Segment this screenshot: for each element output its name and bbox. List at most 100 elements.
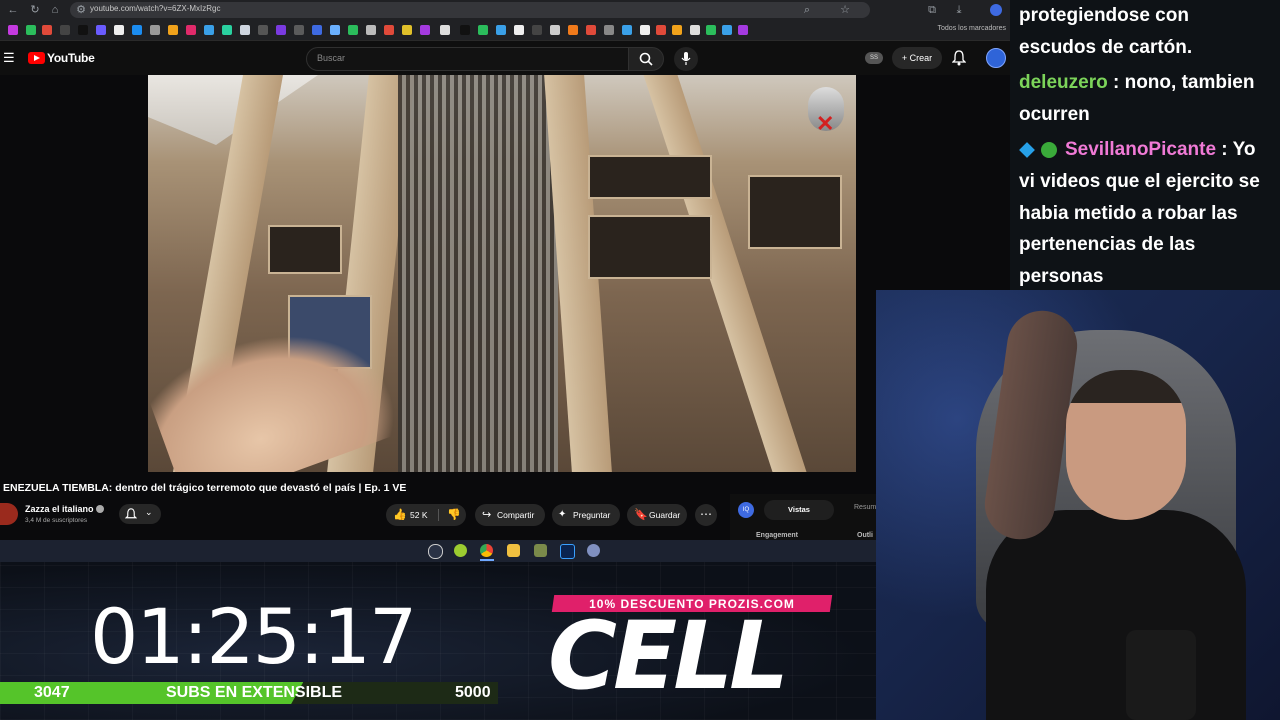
extensions-icon[interactable]: ⧉	[925, 3, 939, 17]
notifications-bell-icon[interactable]	[952, 50, 966, 66]
chat-panel: protegiendose con escudos de cartón. del…	[1010, 0, 1280, 290]
youtube-logo-text[interactable]: YouTube	[47, 51, 95, 65]
share-button[interactable]: ↪ Compartir	[475, 504, 545, 526]
verified-icon	[96, 505, 104, 513]
taskbar-app-icon[interactable]	[587, 544, 600, 557]
bookmark-icon[interactable]	[586, 25, 596, 35]
bookmark-icon[interactable]	[312, 25, 322, 35]
ask-button[interactable]: ✦ Preguntar	[552, 504, 620, 526]
bookmark-icon[interactable]	[114, 25, 124, 35]
bookmark-icon[interactable]	[222, 25, 232, 35]
bookmark-icon[interactable]	[550, 25, 560, 35]
video-player[interactable]: ✕	[148, 75, 856, 472]
bookmark-icon[interactable]	[96, 25, 106, 35]
subscription-bell-button[interactable]: ⌄	[119, 504, 161, 524]
channel-avatar[interactable]	[0, 503, 18, 525]
site-info-icon[interactable]: ⚙	[74, 3, 88, 17]
bookmark-icon[interactable]	[496, 25, 506, 35]
sponsor-logo: CELL	[548, 602, 789, 711]
taskbar-app-icon[interactable]	[534, 544, 547, 557]
share-label: Compartir	[497, 510, 535, 520]
reload-icon[interactable]: ↻	[28, 3, 42, 17]
ask-label: Preguntar	[573, 510, 611, 520]
dislike-button[interactable]: 👎	[442, 504, 466, 526]
more-actions-button[interactable]: ⋯	[695, 504, 717, 526]
voice-search-button[interactable]	[674, 47, 698, 71]
bookmark-icon[interactable]	[690, 25, 700, 35]
bookmark-icon[interactable]	[186, 25, 196, 35]
bookmark-icon[interactable]	[478, 25, 488, 35]
bookmark-icon[interactable]	[294, 25, 304, 35]
bookmark-icon[interactable]	[532, 25, 542, 35]
chrome-icon[interactable]	[480, 544, 493, 557]
mic-icon	[681, 52, 691, 65]
bookmark-icon[interactable]	[42, 25, 52, 35]
channel-name[interactable]: Zazza el italiano	[25, 504, 94, 514]
bookmark-icon[interactable]	[402, 25, 412, 35]
user-avatar[interactable]	[986, 48, 1006, 68]
save-button[interactable]: 🔖 Guardar	[627, 504, 687, 526]
bookmark-icon[interactable]	[738, 25, 748, 35]
chat-message: SevillanoPicante : Yo	[1065, 139, 1256, 160]
address-bar[interactable]: ⚙ youtube.com/watch?v=6ZX-MxIzRgc	[70, 2, 870, 18]
youtube-logo-icon[interactable]	[28, 52, 45, 64]
bookmark-icon[interactable]	[640, 25, 650, 35]
thumbs-up-icon: 👍	[393, 509, 407, 521]
bookmark-icon[interactable]	[276, 25, 286, 35]
bookmark-icon[interactable]	[78, 25, 88, 35]
chat-username[interactable]: deleuzero	[1019, 72, 1108, 93]
chat-line: escudos de cartón.	[1019, 37, 1193, 58]
bookmark-icon[interactable]	[622, 25, 632, 35]
streamer-body	[986, 510, 1246, 720]
bookmark-icon[interactable]	[168, 25, 178, 35]
extension-badge[interactable]: SS	[865, 52, 883, 64]
bookmark-icon[interactable]	[348, 25, 358, 35]
bookmarks-folder[interactable]: Todos los marcadores	[938, 25, 1006, 32]
download-icon[interactable]: ⤓	[952, 3, 966, 17]
tab-resumen[interactable]: Resum	[854, 504, 876, 511]
tab-vistas[interactable]: Vistas	[764, 500, 834, 520]
bookmark-icon[interactable]	[440, 25, 450, 35]
photoshop-icon[interactable]	[560, 544, 575, 559]
search-input[interactable]: Buscar	[306, 47, 630, 71]
like-count: 52 K	[410, 510, 428, 520]
bookmark-icon[interactable]	[568, 25, 578, 35]
profile-icon[interactable]	[990, 4, 1002, 16]
panel-icon[interactable]: IQ	[738, 502, 754, 518]
bookmark-icon[interactable]	[672, 25, 682, 35]
bookmark-icon[interactable]	[384, 25, 394, 35]
like-button[interactable]: 👍 52 K	[386, 504, 436, 526]
bookmark-icon[interactable]	[132, 25, 142, 35]
chat-line: pertenencias de las	[1019, 234, 1196, 255]
create-button[interactable]: + Crear	[892, 47, 942, 69]
stream-timer: 01:25:17	[90, 592, 417, 681]
chat-username[interactable]: SevillanoPicante	[1065, 139, 1216, 160]
taskbar-app-icon[interactable]	[454, 544, 467, 557]
menu-icon[interactable]: ☰	[3, 50, 15, 66]
bookmark-star-icon[interactable]: ☆	[838, 3, 852, 17]
bookmark-icon[interactable]	[204, 25, 214, 35]
search-icon	[639, 52, 653, 66]
chat-line: habia metido a robar las	[1019, 203, 1238, 224]
bookmark-icon[interactable]	[460, 25, 470, 35]
bookmark-icon[interactable]	[420, 25, 430, 35]
bookmark-icon[interactable]	[366, 25, 376, 35]
search-button[interactable]	[628, 47, 664, 71]
bookmark-icon[interactable]	[60, 25, 70, 35]
bookmark-icon[interactable]	[150, 25, 160, 35]
bookmark-icon[interactable]	[722, 25, 732, 35]
bookmark-icon[interactable]	[706, 25, 716, 35]
bookmark-icon[interactable]	[258, 25, 268, 35]
taskbar-app-icon[interactable]	[428, 544, 443, 559]
bookmark-icon[interactable]	[604, 25, 614, 35]
folder-icon[interactable]	[507, 544, 520, 557]
bookmark-icon[interactable]	[330, 25, 340, 35]
zoom-icon[interactable]: ⌕	[800, 3, 814, 17]
bookmark-icon[interactable]	[656, 25, 666, 35]
back-icon[interactable]: ←	[6, 3, 20, 17]
bookmark-icon[interactable]	[8, 25, 18, 35]
bookmark-icon[interactable]	[514, 25, 524, 35]
bookmark-icon[interactable]	[240, 25, 250, 35]
home-icon[interactable]: ⌂	[48, 3, 62, 17]
bookmark-icon[interactable]	[26, 25, 36, 35]
